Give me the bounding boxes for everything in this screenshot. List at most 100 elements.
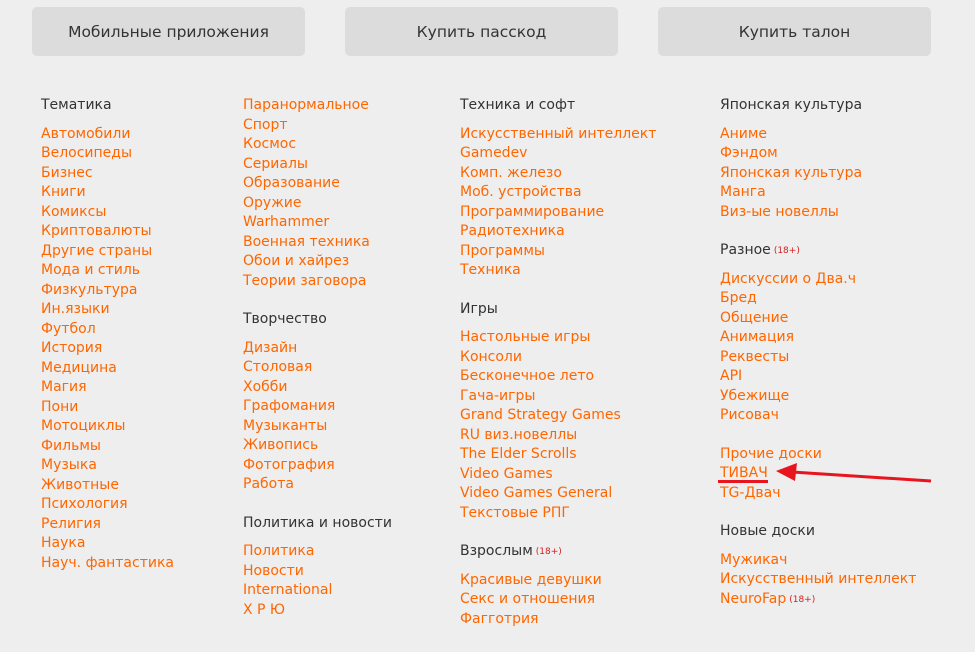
board-link[interactable]: Комиксы [41,203,174,223]
board-link[interactable]: Фагготрия [460,610,656,630]
board-link[interactable]: Warhammer [243,213,392,233]
board-link[interactable]: Прочие доски [720,445,916,465]
board-link[interactable]: Аниме [720,125,916,145]
board-link[interactable]: Мода и стиль [41,261,174,281]
board-link[interactable]: Искусственный интеллект [720,570,916,590]
board-link[interactable]: Красивые девушки [460,571,656,591]
board-link[interactable]: Футбол [41,320,174,340]
board-link[interactable]: Ин.языки [41,300,174,320]
board-link[interactable]: Пони [41,398,174,418]
board-link[interactable]: Графомания [243,397,392,417]
board-link[interactable]: Анимация [720,328,916,348]
board-link[interactable]: Video Games [460,465,656,485]
board-link-label: Физкультура [41,281,138,298]
board-link[interactable]: Другие страны [41,242,174,262]
board-link[interactable]: Бесконечное лето [460,367,656,387]
board-link[interactable]: Мужикач [720,551,916,571]
board-link[interactable]: Музыка [41,456,174,476]
board-link[interactable]: Техника [460,261,656,281]
board-link[interactable]: API [720,367,916,387]
board-link[interactable]: Магия [41,378,174,398]
board-link-label: Музыканты [243,417,328,434]
board-link[interactable]: Реквесты [720,348,916,368]
board-link[interactable]: Дизайн [243,339,392,359]
board-link[interactable]: Фильмы [41,437,174,457]
board-link[interactable]: Мотоциклы [41,417,174,437]
board-link[interactable]: Работа [243,475,392,495]
board-link-label: Программирование [460,203,605,220]
board-section: Политика и новости Политика Новости Interna… [243,514,392,621]
board-link[interactable]: Бизнес [41,164,174,184]
board-link[interactable]: Секс и отношения [460,590,656,610]
board-link[interactable]: TG-Двач [720,484,916,504]
board-link[interactable]: Манга [720,183,916,203]
board-link[interactable]: Фотография [243,456,392,476]
board-link[interactable]: Video Games General [460,484,656,504]
board-link[interactable]: Космос [243,135,392,155]
board-link[interactable]: Велосипеды [41,144,174,164]
board-link[interactable]: Gamedev [460,144,656,164]
board-link[interactable]: Науч. фантастика [41,554,174,574]
board-link[interactable]: Хобби [243,378,392,398]
board-link[interactable]: Физкультура [41,281,174,301]
board-link[interactable]: Консоли [460,348,656,368]
board-link[interactable]: Убежище [720,387,916,407]
board-link[interactable]: Военная техника [243,233,392,253]
board-link[interactable]: Религия [41,515,174,535]
board-link-label: ТИВАЧ [720,465,768,481]
board-link[interactable]: NeuroFap (18+) [720,590,916,610]
board-link[interactable]: Общение [720,309,916,329]
board-link[interactable]: Моб. устройства [460,183,656,203]
board-link-label: Графомания [243,398,336,414]
buy-talon-button[interactable]: Купить талон [658,7,931,56]
board-link[interactable]: Искусственный интеллект [460,125,656,145]
board-link[interactable]: Радиотехника [460,222,656,242]
board-link-label: Фэндом [720,145,778,161]
board-link[interactable]: Настольные игры [460,328,656,348]
buy-passcode-button[interactable]: Купить пасскод [345,7,618,56]
board-link-label: Моб. устройства [460,184,582,200]
mobile-apps-button[interactable]: Мобильные приложения [32,7,305,56]
age-badge: (18+) [535,547,562,557]
section-title: Игры [460,300,656,320]
board-link[interactable]: Grand Strategy Games [460,406,656,426]
board-link[interactable]: Японская культура [720,164,916,184]
board-link[interactable]: Х Р Ю [243,601,392,621]
board-link[interactable]: Образование [243,174,392,194]
board-link[interactable]: Наука [41,534,174,554]
board-link[interactable]: Музыканты [243,417,392,437]
board-link-label: Обои и хайрез [243,253,350,269]
board-link[interactable]: Автомобили [41,125,174,145]
board-link[interactable]: Животные [41,476,174,496]
board-link[interactable]: Политика [243,542,392,562]
board-link[interactable]: Книги [41,183,174,203]
board-link[interactable]: RU виз.новеллы [460,426,656,446]
board-link[interactable]: История [41,339,174,359]
board-link[interactable]: Рисовач [720,406,916,426]
board-link[interactable]: Живопись [243,436,392,456]
board-link[interactable]: Фэндом [720,144,916,164]
board-link[interactable]: Спорт [243,116,392,136]
board-link[interactable]: Программирование [460,203,656,223]
board-link[interactable]: Теории заговора [243,272,392,292]
board-link[interactable]: Гача-игры [460,387,656,407]
board-link[interactable]: Дискуссии о Два.ч [720,270,916,290]
board-link[interactable]: Криптовалюты [41,222,174,242]
board-link-label: Искусственный интеллект [460,125,657,142]
board-link-label: Криптовалюты [41,223,152,239]
board-link[interactable]: Медицина [41,359,174,379]
board-link[interactable]: Текстовые РПГ [460,504,656,524]
board-link[interactable]: Комп. железо [460,164,656,184]
board-link[interactable]: Виз-ые новеллы [720,203,916,223]
board-link[interactable]: Программы [460,242,656,262]
board-link[interactable]: Оружие [243,194,392,214]
board-link[interactable]: Столовая [243,358,392,378]
board-link[interactable]: Сериалы [243,155,392,175]
board-link[interactable]: The Elder Scrolls [460,445,656,465]
board-link[interactable]: Обои и хайрез [243,252,392,272]
board-link[interactable]: Новости [243,562,392,582]
board-link[interactable]: International [243,581,392,601]
board-link[interactable]: Паранормальное [243,96,392,116]
board-link[interactable]: Психология [41,495,174,515]
board-link[interactable]: Бред [720,289,916,309]
